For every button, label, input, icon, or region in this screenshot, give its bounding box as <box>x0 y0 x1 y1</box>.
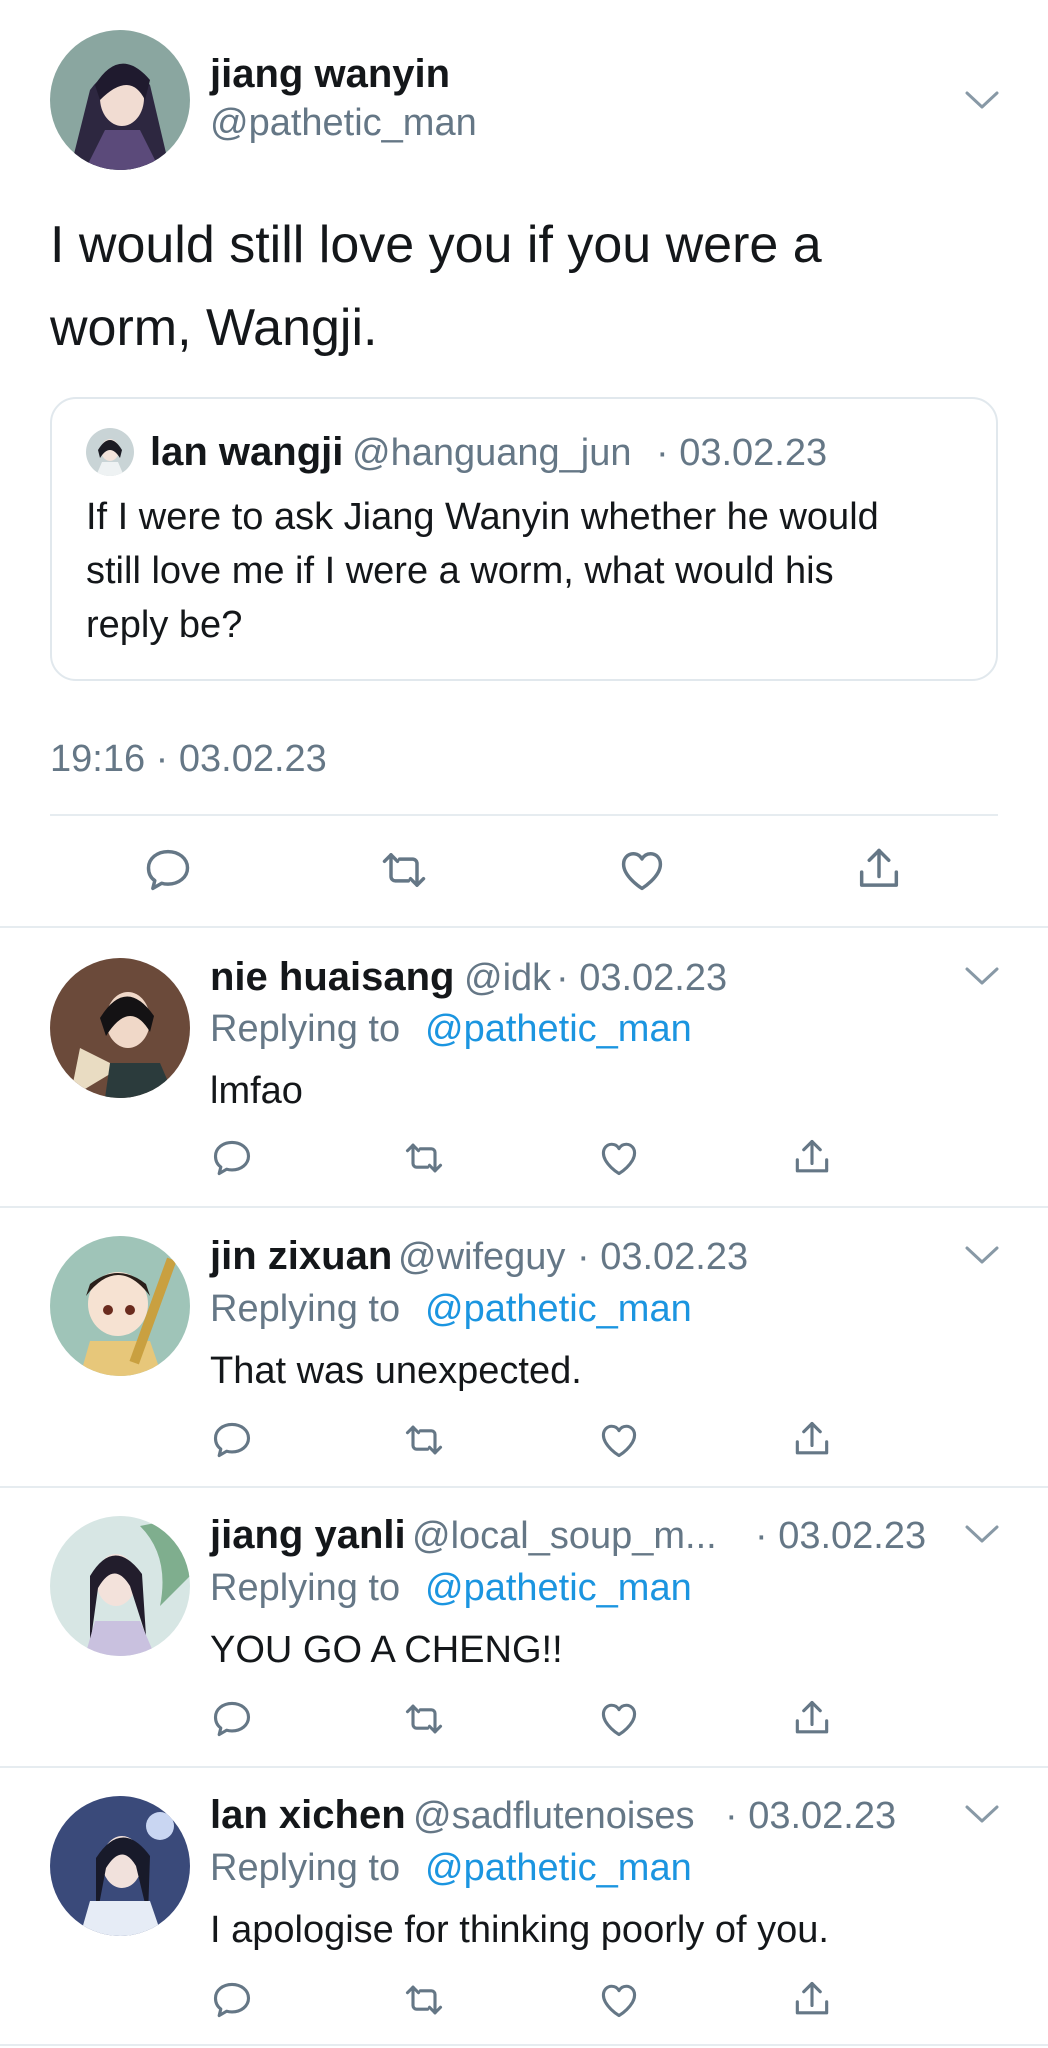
reply-handle[interactable]: @idk <box>464 957 551 1000</box>
retweet-icon[interactable] <box>402 1978 446 2022</box>
quoted-text-line-2: still love me if I were a worm, what wou… <box>86 550 834 592</box>
chevron-down-icon[interactable] <box>963 88 1001 112</box>
share-icon[interactable] <box>853 844 905 896</box>
avatar-jin-zixuan[interactable] <box>50 1236 190 1376</box>
chevron-down-icon[interactable] <box>963 964 1001 988</box>
quoted-text-line-1: If I were to ask Jiang Wanyin whether he… <box>86 496 879 538</box>
share-icon[interactable] <box>790 1978 834 2022</box>
share-icon[interactable] <box>790 1697 834 1741</box>
divider <box>0 2044 1048 2046</box>
reply-icon[interactable] <box>210 1978 254 2022</box>
reply-date: · 03.02.23 <box>755 1515 927 1557</box>
replying-to-label: Replying to <box>210 1008 401 1050</box>
retweet-icon[interactable] <box>378 844 430 896</box>
divider <box>0 926 1048 928</box>
replying-to-label: Replying to <box>210 1567 401 1609</box>
chevron-down-icon[interactable] <box>963 1522 1001 1546</box>
replying-to-label: Replying to <box>210 1847 401 1889</box>
quoted-date: · 03.02.23 <box>656 432 828 474</box>
replying-to-link[interactable]: @pathetic_man <box>425 1567 692 1610</box>
reply-icon[interactable] <box>142 844 194 896</box>
avatar-lan-wangji[interactable] <box>86 428 134 476</box>
replying-to-link[interactable]: @pathetic_man <box>425 1847 692 1890</box>
like-icon[interactable] <box>597 1697 641 1741</box>
reply-display-name[interactable]: jiang yanli <box>210 1513 406 1558</box>
avatar-nie-huaisang[interactable] <box>50 958 190 1098</box>
reply-text: lmfao <box>210 1070 303 1112</box>
like-icon[interactable] <box>616 844 668 896</box>
retweet-icon[interactable] <box>402 1697 446 1741</box>
avatar-jiang-yanli[interactable] <box>50 1516 190 1656</box>
reply-icon[interactable] <box>210 1418 254 1462</box>
reply-handle[interactable]: @wifeguy <box>398 1236 565 1279</box>
share-icon[interactable] <box>790 1418 834 1462</box>
chevron-down-icon[interactable] <box>963 1802 1001 1826</box>
retweet-icon[interactable] <box>402 1418 446 1462</box>
quoted-text-line-3: reply be? <box>86 604 243 646</box>
reply-icon[interactable] <box>210 1136 254 1180</box>
like-icon[interactable] <box>597 1978 641 2022</box>
reply-text: That was unexpected. <box>210 1350 582 1392</box>
avatar-jiang-wanyin[interactable] <box>50 30 190 170</box>
reply-icon[interactable] <box>210 1697 254 1741</box>
reply-display-name[interactable]: lan xichen <box>210 1793 406 1838</box>
reply-text: I apologise for thinking poorly of you. <box>210 1909 829 1951</box>
divider <box>50 814 998 816</box>
quoted-display-name[interactable]: lan wangji <box>150 430 343 475</box>
reply-handle[interactable]: @local_soup_m... <box>412 1515 717 1558</box>
replying-to-label: Replying to <box>210 1288 401 1330</box>
reply-handle[interactable]: @sadflutenoises <box>413 1795 695 1838</box>
retweet-icon[interactable] <box>402 1136 446 1180</box>
like-icon[interactable] <box>597 1136 641 1180</box>
reply-text: YOU GO A CHENG!! <box>210 1629 563 1671</box>
divider <box>0 1766 1048 1768</box>
tweet-timestamp[interactable]: 19:16 · 03.02.23 <box>50 738 327 781</box>
like-icon[interactable] <box>597 1418 641 1462</box>
replying-to-link[interactable]: @pathetic_man <box>425 1288 692 1331</box>
divider <box>0 1206 1048 1208</box>
chevron-down-icon[interactable] <box>963 1243 1001 1267</box>
tweet-text-line-2: worm, Wangji. <box>50 299 378 357</box>
share-icon[interactable] <box>790 1136 834 1180</box>
author-handle[interactable]: @pathetic_man <box>210 102 477 145</box>
reply-display-name[interactable]: nie huaisang <box>210 955 455 1000</box>
divider <box>0 1486 1048 1488</box>
reply-date: · 03.02.23 <box>577 1236 749 1278</box>
quoted-handle[interactable]: @hanguang_jun <box>352 432 632 475</box>
reply-date: · 03.02.23 <box>725 1795 897 1837</box>
reply-display-name[interactable]: jin zixuan <box>210 1234 392 1279</box>
replying-to-link[interactable]: @pathetic_man <box>425 1008 692 1051</box>
reply-date: · 03.02.23 <box>556 957 728 999</box>
author-display-name[interactable]: jiang wanyin <box>210 52 450 97</box>
avatar-lan-xichen[interactable] <box>50 1796 190 1936</box>
tweet-text-line-1: I would still love you if you were a <box>50 216 822 274</box>
